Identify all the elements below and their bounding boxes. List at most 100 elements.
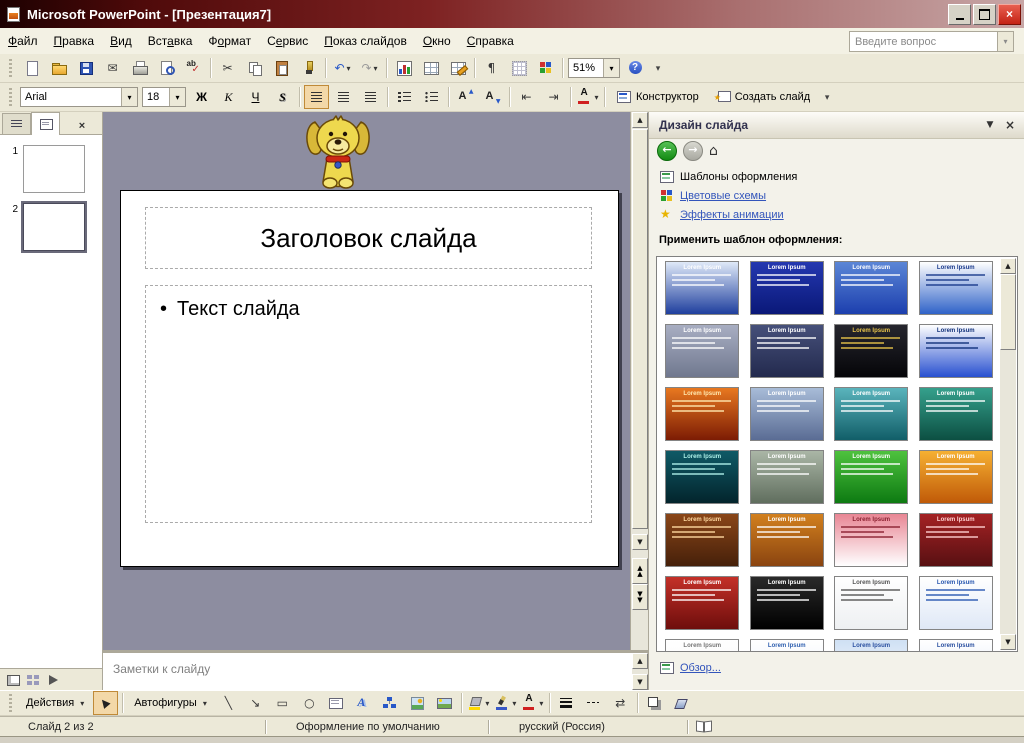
- line-button[interactable]: ╲: [216, 691, 241, 715]
- arrow-style-button[interactable]: ⇄: [608, 691, 633, 715]
- draw-actions-menu[interactable]: Действия ▾: [19, 691, 91, 715]
- scroll-down-button[interactable]: ▼: [1000, 634, 1016, 650]
- design-template-thumbnail[interactable]: Lorem Ipsum: [834, 261, 909, 315]
- design-template-thumbnail[interactable]: Lorem Ipsum: [834, 576, 909, 630]
- design-template-thumbnail[interactable]: Lorem Ipsum: [918, 639, 993, 651]
- design-template-thumbnail[interactable]: Lorem Ipsum: [665, 576, 740, 630]
- task-pane-close-button[interactable]: ×: [1002, 117, 1018, 133]
- wordart-button[interactable]: [351, 691, 376, 715]
- scroll-down-button[interactable]: ▼: [632, 534, 648, 550]
- menu-help[interactable]: Справка: [459, 29, 522, 53]
- color-grayscale-button[interactable]: [533, 56, 558, 80]
- insert-picture-button[interactable]: [432, 691, 457, 715]
- template-scrollbar[interactable]: ▲ ▼: [1000, 258, 1016, 650]
- cut-button[interactable]: ✂: [215, 56, 240, 80]
- rectangle-button[interactable]: ▭: [270, 691, 295, 715]
- increase-font-size-button[interactable]: [453, 85, 478, 109]
- draw-font-color-button[interactable]: ▾: [520, 691, 545, 715]
- menu-format[interactable]: Формат: [200, 29, 259, 53]
- dropdown-arrow-icon[interactable]: ▾: [169, 88, 185, 106]
- slide-thumbnail-1[interactable]: [23, 145, 85, 193]
- dropdown-arrow-icon[interactable]: ▾: [121, 88, 137, 106]
- notes-pane[interactable]: Заметки к слайду ▲ ▼: [103, 650, 648, 690]
- design-template-thumbnail[interactable]: Lorem Ipsum: [834, 639, 909, 651]
- underline-button[interactable]: Ч: [243, 85, 268, 109]
- decrease-font-size-button[interactable]: [480, 85, 505, 109]
- italic-button[interactable]: К: [216, 85, 241, 109]
- menu-view[interactable]: Вид: [102, 29, 140, 53]
- align-left-button[interactable]: [304, 85, 329, 109]
- menu-file[interactable]: Файл: [0, 29, 46, 53]
- insert-table-button[interactable]: [418, 56, 443, 80]
- 3d-style-button[interactable]: [669, 691, 694, 715]
- spelling-button[interactable]: [181, 56, 206, 80]
- previous-slide-button[interactable]: ▲ ▲: [632, 558, 648, 584]
- text-shadow-button[interactable]: S: [270, 85, 295, 109]
- align-right-button[interactable]: [358, 85, 383, 109]
- next-slide-button[interactable]: ▼ ▼: [632, 584, 648, 610]
- design-template-thumbnail[interactable]: Lorem Ipsum: [665, 513, 740, 567]
- zoom-combo[interactable]: 51% ▾: [568, 58, 620, 78]
- design-template-thumbnail[interactable]: Lorem Ipsum: [749, 387, 824, 441]
- design-template-thumbnail[interactable]: Lorem Ipsum: [749, 639, 824, 651]
- open-button[interactable]: [46, 56, 71, 80]
- line-style-button[interactable]: [554, 691, 579, 715]
- help-button[interactable]: [623, 56, 648, 80]
- toolbar-options-button[interactable]: ▾: [819, 85, 835, 109]
- line-color-button[interactable]: ▾: [493, 691, 518, 715]
- animation-effects-link[interactable]: Эффекты анимации: [659, 205, 1024, 224]
- outline-tab[interactable]: [2, 113, 31, 134]
- maximize-button[interactable]: [973, 3, 996, 25]
- redo-button[interactable]: ↷ ▾: [357, 56, 382, 80]
- design-templates-link[interactable]: Шаблоны оформления: [659, 167, 1024, 186]
- design-template-thumbnail[interactable]: Lorem Ipsum: [749, 324, 824, 378]
- font-color-button[interactable]: ▾: [575, 85, 600, 109]
- design-template-thumbnail[interactable]: Lorem Ipsum: [918, 324, 993, 378]
- design-template-thumbnail[interactable]: Lorem Ipsum: [665, 261, 740, 315]
- dash-style-button[interactable]: [581, 691, 606, 715]
- design-template-thumbnail[interactable]: Lorem Ipsum: [665, 639, 740, 651]
- font-combo[interactable]: Arial ▾: [20, 87, 138, 107]
- spelling-status-icon[interactable]: [696, 719, 712, 735]
- design-template-thumbnail[interactable]: Lorem Ipsum: [918, 513, 993, 567]
- slide-design-button[interactable]: Конструктор: [609, 85, 706, 109]
- design-template-thumbnail[interactable]: Lorem Ipsum: [749, 576, 824, 630]
- menu-slideshow[interactable]: Показ слайдов: [316, 29, 415, 53]
- design-template-thumbnail[interactable]: Lorem Ipsum: [665, 324, 740, 378]
- dog-clipart-image[interactable]: [303, 114, 373, 193]
- new-document-button[interactable]: [19, 56, 44, 80]
- scroll-up-button[interactable]: ▲: [632, 653, 648, 669]
- back-button[interactable]: ←: [657, 141, 677, 161]
- show-grid-button[interactable]: [506, 56, 531, 80]
- font-size-combo[interactable]: 18 ▾: [142, 87, 186, 107]
- text-box-button[interactable]: [324, 691, 349, 715]
- diagram-button[interactable]: [378, 691, 403, 715]
- arrow-button[interactable]: ↘: [243, 691, 268, 715]
- align-center-button[interactable]: [331, 85, 356, 109]
- menu-tools[interactable]: Сервис: [259, 29, 316, 53]
- dropdown-arrow-icon[interactable]: ▾: [997, 32, 1013, 51]
- design-template-thumbnail[interactable]: Lorem Ipsum: [834, 387, 909, 441]
- numbering-button[interactable]: [392, 85, 417, 109]
- slide-canvas[interactable]: Заголовок слайда • Текст слайда: [120, 190, 619, 567]
- design-template-thumbnail[interactable]: Lorem Ipsum: [918, 261, 993, 315]
- menu-edit[interactable]: Правка: [46, 29, 103, 53]
- select-objects-button[interactable]: [93, 691, 119, 715]
- slide-thumbnail-2[interactable]: [23, 203, 85, 251]
- design-template-thumbnail[interactable]: Lorem Ipsum: [918, 450, 993, 504]
- design-template-thumbnail[interactable]: Lorem Ipsum: [665, 387, 740, 441]
- undo-button[interactable]: ↶ ▾: [330, 56, 355, 80]
- forward-button[interactable]: →: [683, 141, 703, 161]
- task-pane-menu-arrow-icon[interactable]: ▼: [982, 117, 998, 133]
- notes-scrollbar[interactable]: ▲ ▼: [632, 653, 648, 690]
- save-button[interactable]: [73, 56, 98, 80]
- scroll-up-button[interactable]: ▲: [1000, 258, 1016, 274]
- color-schemes-link[interactable]: Цветовые схемы: [659, 186, 1024, 205]
- clip-art-button[interactable]: [405, 691, 430, 715]
- design-template-thumbnail[interactable]: Lorem Ipsum: [834, 324, 909, 378]
- slideshow-view-button[interactable]: [43, 671, 63, 689]
- design-template-thumbnail[interactable]: Lorem Ipsum: [918, 387, 993, 441]
- paste-button[interactable]: [269, 56, 294, 80]
- scroll-down-button[interactable]: ▼: [632, 674, 648, 690]
- scroll-up-button[interactable]: ▲: [632, 112, 648, 128]
